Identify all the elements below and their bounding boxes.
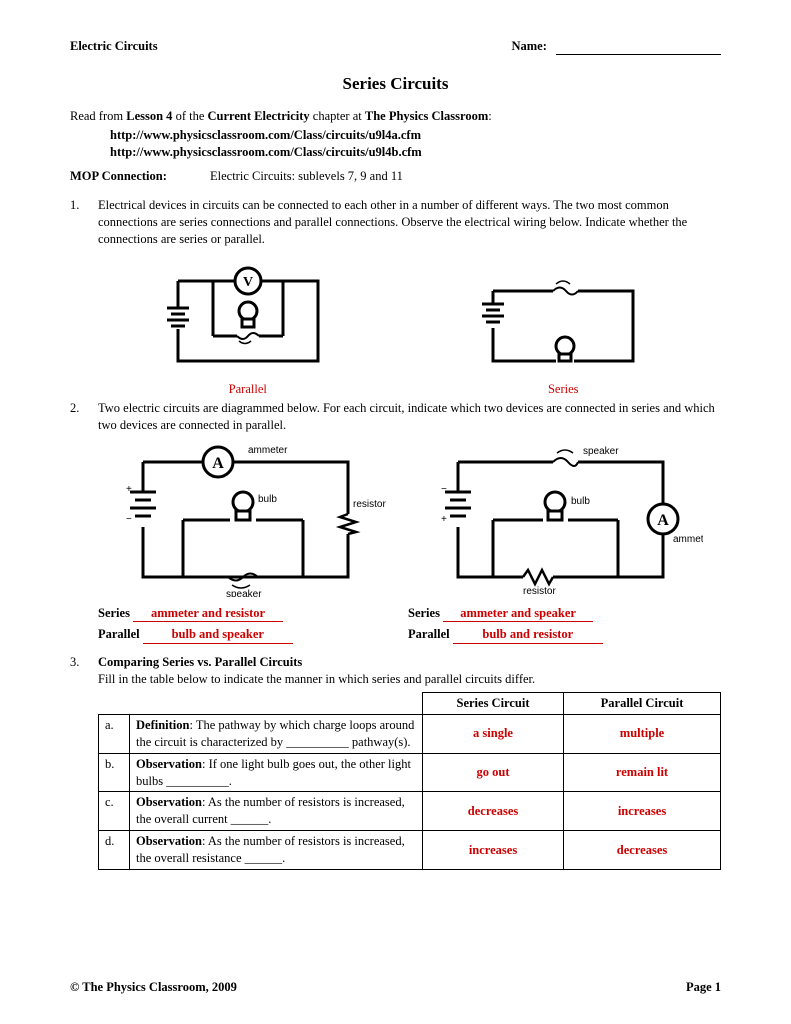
page-footer: © The Physics Classroom, 2009 Page 1 bbox=[70, 979, 721, 996]
worksheet-page: Electric Circuits Name: Series Circuits … bbox=[0, 0, 791, 1024]
table-row: b. Observation: If one light bulb goes o… bbox=[99, 753, 721, 792]
svg-text:speaker: speaker bbox=[583, 446, 619, 457]
q2-text: Two electric circuits are diagrammed bel… bbox=[98, 400, 721, 434]
question-1: 1. Electrical devices in circuits can be… bbox=[70, 197, 721, 248]
comparison-table: Series Circuit Parallel Circuit a. Defin… bbox=[98, 692, 721, 870]
svg-text:−: − bbox=[441, 484, 447, 495]
col-header-parallel: Parallel Circuit bbox=[564, 693, 721, 715]
page-title: Series Circuits bbox=[70, 73, 721, 96]
q2-right-parallel-answer: bulb and resistor bbox=[453, 626, 603, 644]
q1-diagram-left: V Parallel bbox=[143, 256, 353, 398]
svg-text:bulb: bulb bbox=[571, 496, 590, 507]
circuit-right-icon: A speaker ammeter bulb resistor − + bbox=[423, 442, 703, 597]
svg-text:speaker: speaker bbox=[226, 589, 262, 597]
mop-connection: MOP Connection: Electric Circuits: suble… bbox=[70, 168, 721, 185]
q1-caption-right: Series bbox=[458, 381, 668, 398]
q2-diagram-left: A ammeter resistor bulb speaker + − bbox=[108, 442, 388, 597]
circuit-left-icon: A ammeter resistor bulb speaker + − bbox=[108, 442, 388, 597]
q3-subtext: Fill in the table below to indicate the … bbox=[98, 672, 535, 686]
reference-links: http://www.physicsclassroom.com/Class/ci… bbox=[110, 127, 721, 161]
q2-diagram-right: A speaker ammeter bulb resistor − + bbox=[423, 442, 703, 597]
ans-a-parallel: multiple bbox=[564, 714, 721, 753]
circuit-parallel-icon: V bbox=[143, 256, 353, 381]
copyright: © The Physics Classroom, 2009 bbox=[70, 979, 237, 996]
circuit-series-icon bbox=[458, 256, 668, 381]
q2-left-parallel-answer: bulb and speaker bbox=[143, 626, 293, 644]
table-row: a. Definition: The pathway by which char… bbox=[99, 714, 721, 753]
link-2: http://www.physicsclassroom.com/Class/ci… bbox=[110, 144, 721, 161]
q1-caption-left: Parallel bbox=[143, 381, 353, 398]
link-1: http://www.physicsclassroom.com/Class/ci… bbox=[110, 127, 721, 144]
table-row: c. Observation: As the number of resisto… bbox=[99, 792, 721, 831]
q1-diagram-right: Series bbox=[458, 256, 668, 398]
svg-text:ammeter: ammeter bbox=[248, 445, 288, 456]
q1-text: Electrical devices in circuits can be co… bbox=[98, 198, 687, 246]
q2-right-series-answer: ammeter and speaker bbox=[443, 605, 593, 623]
ans-d-parallel: decreases bbox=[564, 831, 721, 870]
name-field: Name: bbox=[511, 38, 721, 55]
svg-text:ammeter: ammeter bbox=[673, 534, 703, 545]
ans-c-parallel: increases bbox=[564, 792, 721, 831]
q1-diagrams: V Parallel bbox=[90, 256, 721, 398]
table-row: d. Observation: As the number of resisto… bbox=[99, 831, 721, 870]
q3-heading: Comparing Series vs. Parallel Circuits bbox=[98, 655, 302, 669]
svg-text:A: A bbox=[212, 455, 224, 472]
ans-b-parallel: remain lit bbox=[564, 753, 721, 792]
svg-text:resistor: resistor bbox=[353, 499, 386, 510]
name-blank[interactable] bbox=[556, 54, 721, 55]
svg-text:+: + bbox=[126, 484, 132, 495]
q2-left-series-answer: ammeter and resistor bbox=[133, 605, 283, 623]
page-number: Page 1 bbox=[686, 979, 721, 996]
svg-text:A: A bbox=[657, 512, 669, 529]
svg-text:V: V bbox=[243, 275, 253, 290]
ans-b-series: go out bbox=[423, 753, 564, 792]
svg-text:bulb: bulb bbox=[258, 494, 277, 505]
page-header: Electric Circuits Name: bbox=[70, 38, 721, 55]
svg-text:resistor: resistor bbox=[523, 586, 556, 597]
question-3: 3. Comparing Series vs. Parallel Circuit… bbox=[70, 654, 721, 870]
subject-label: Electric Circuits bbox=[70, 38, 158, 55]
ans-d-series: increases bbox=[423, 831, 564, 870]
svg-text:−: − bbox=[126, 514, 132, 525]
q2-diagrams: A ammeter resistor bulb speaker + − bbox=[90, 442, 721, 597]
col-header-series: Series Circuit bbox=[423, 693, 564, 715]
q2-answers: Series ammeter and resistor Series ammet… bbox=[98, 605, 721, 645]
ans-c-series: decreases bbox=[423, 792, 564, 831]
svg-text:+: + bbox=[441, 514, 447, 525]
intro-text: Read from Lesson 4 of the Current Electr… bbox=[70, 108, 721, 125]
question-2: 2. Two electric circuits are diagrammed … bbox=[70, 400, 721, 434]
ans-a-series: a single bbox=[423, 714, 564, 753]
